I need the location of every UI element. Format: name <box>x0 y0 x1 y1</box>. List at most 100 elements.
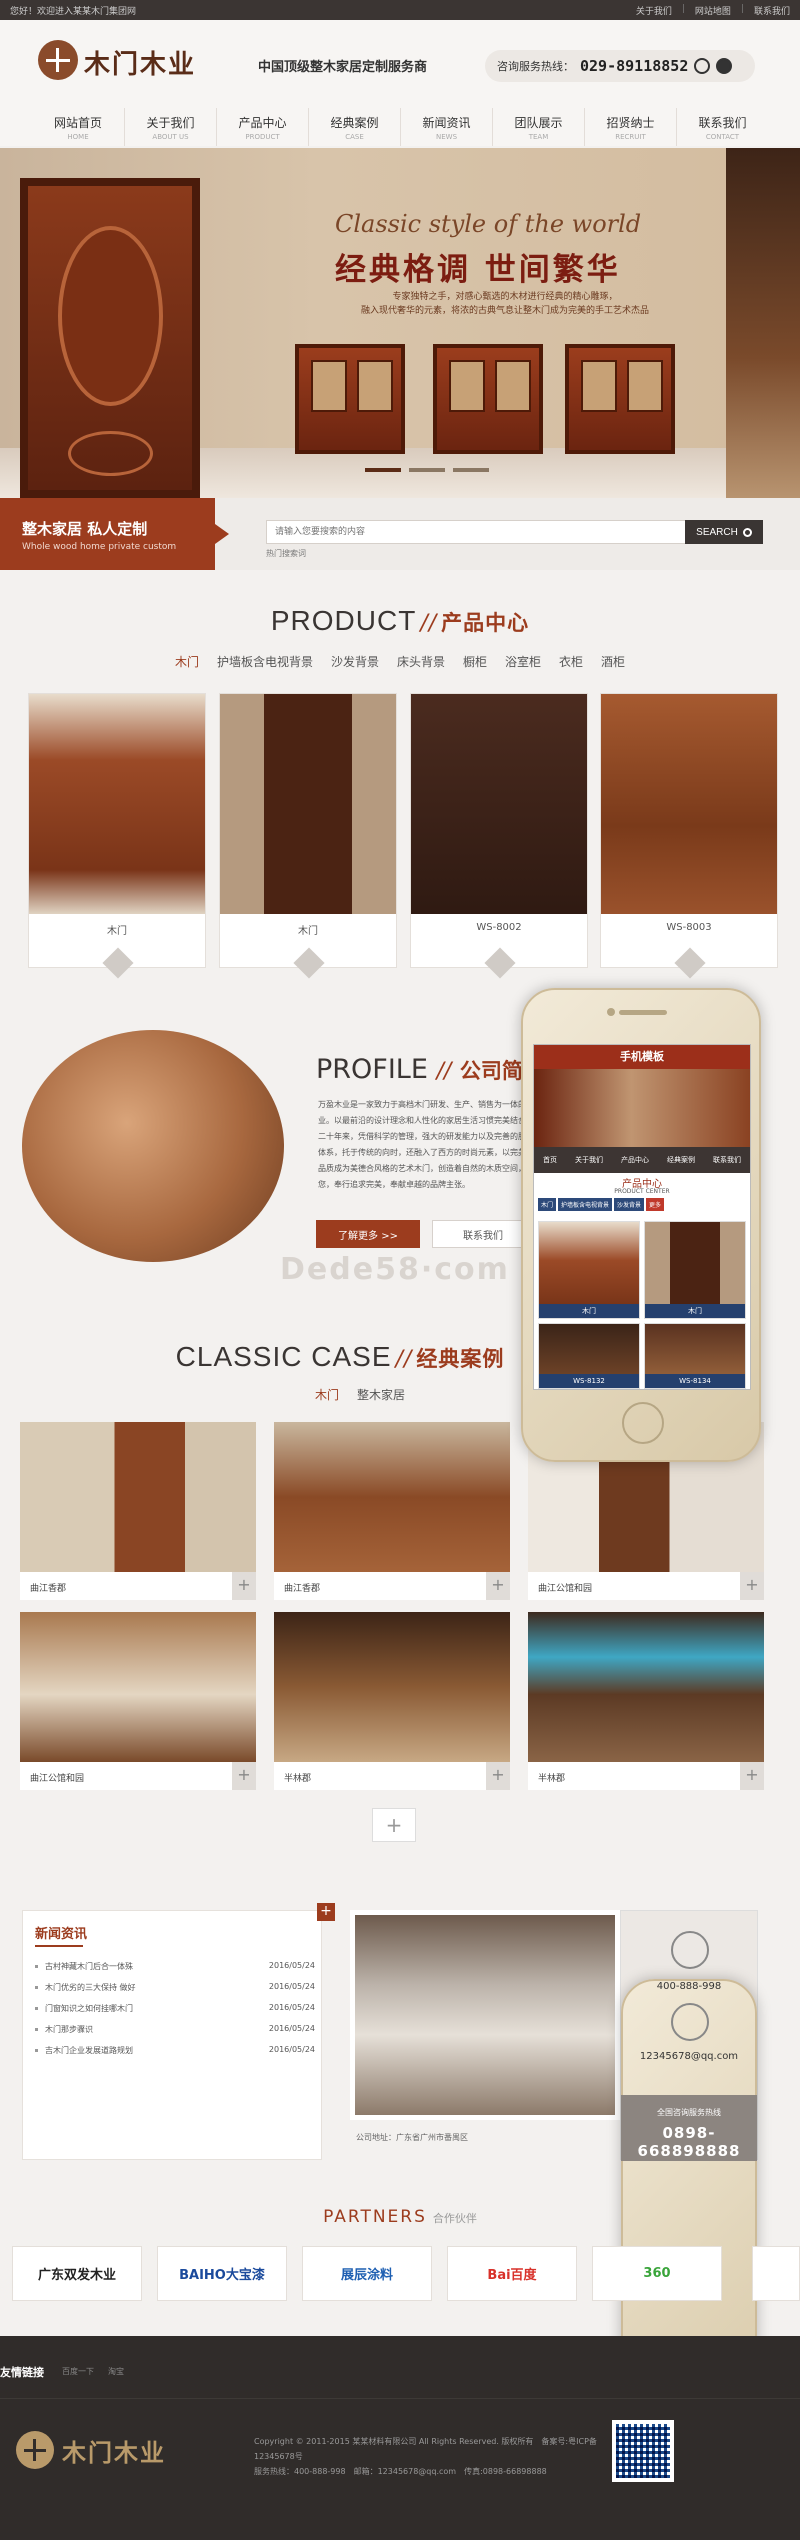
contact-room-image <box>350 1910 620 2120</box>
nav-team[interactable]: 团队展示 TEAM <box>492 108 584 146</box>
nav-contact[interactable]: 联系我们 CONTACT <box>676 108 768 146</box>
mobile-product[interactable]: 木门 <box>644 1221 746 1319</box>
mobile-product[interactable]: 木门 <box>538 1221 640 1319</box>
mobile-category[interactable]: 护墙板含电视背景 <box>558 1198 613 1211</box>
banner-dot[interactable] <box>365 468 401 472</box>
mobile-categories: 木门 护墙板含电视背景 沙发背景 更多 <box>538 1198 746 1211</box>
hotline-label: 全国咨询服务热线 <box>657 2108 721 2117</box>
product-card[interactable]: WS-8003 <box>600 693 778 979</box>
news-item[interactable]: 木门优劣的三大保持 做好 2016/05/24 <box>35 1982 315 2003</box>
partner-logo[interactable]: 广东双发木业 <box>12 2246 142 2301</box>
mobile-nav-item[interactable]: 首页 <box>543 1155 557 1165</box>
top-link-contact[interactable]: 联系我们 <box>754 4 790 17</box>
header-tagline: 中国顶级整木家居定制服务商 <box>258 60 428 75</box>
plus-icon[interactable]: + <box>486 1762 510 1790</box>
partner-logo[interactable]: Bai百度 <box>447 2246 577 2301</box>
product-card[interactable]: WS-8002 <box>410 693 588 979</box>
diamond-icon <box>674 947 706 979</box>
mobile-category[interactable]: 木门 <box>538 1198 557 1211</box>
nav-home[interactable]: 网站首页 HOME <box>32 108 124 146</box>
case-card[interactable]: 半林郡 + <box>528 1612 764 1790</box>
news-item[interactable]: 门窗知识之如何挂哪木门 2016/05/24 <box>35 2003 315 2024</box>
mobile-product[interactable]: WS-8132 <box>538 1323 640 1389</box>
top-link-sitemap[interactable]: 网站地图 <box>695 4 731 17</box>
tab-product-6[interactable]: 衣柜 <box>559 653 583 670</box>
contact-hotline: 全国咨询服务热线 0898-668898888 <box>621 2095 757 2161</box>
product-caption: WS-8002 <box>476 922 522 933</box>
wechat-icon[interactable] <box>716 58 733 74</box>
banner-door-thumb <box>433 344 543 454</box>
hot-search-words[interactable]: 热门搜索词 <box>266 548 306 559</box>
news-item-date: 2016/05/24 <box>268 2003 315 2012</box>
tab-product-2[interactable]: 沙发背景 <box>331 653 379 670</box>
mobile-product[interactable]: WS-8134 <box>644 1323 746 1389</box>
search-button[interactable]: SEARCH <box>685 520 763 544</box>
plus-icon[interactable]: + <box>740 1762 764 1790</box>
profile-title-en: PROFILE <box>316 1054 428 1085</box>
logo-text[interactable]: 木门木业 <box>84 44 196 81</box>
partner-logo[interactable]: BAIHO大宝漆 <box>157 2246 287 2301</box>
mobile-banner <box>534 1069 750 1147</box>
nav-recruit[interactable]: 招贤纳士 RECRUIT <box>584 108 676 146</box>
tab-product-0[interactable]: 木门 <box>175 653 199 670</box>
mobile-section-subtitle: PRODUCT CENTER <box>614 1188 670 1195</box>
plus-icon[interactable]: + <box>486 1572 510 1600</box>
case-card[interactable]: 曲江香郡 + <box>274 1422 510 1600</box>
news-item[interactable]: 古村神藏木门后合一体殊 2016/05/24 <box>35 1961 315 1982</box>
case-caption: 曲江公馆和园 <box>528 1572 764 1600</box>
mobile-nav-item[interactable]: 经典案例 <box>667 1155 695 1165</box>
mobile-nav-item[interactable]: 联系我们 <box>713 1155 741 1165</box>
mobile-product-caption: WS-8132 <box>539 1374 639 1388</box>
news-item-title: 木门那步骤识 <box>45 2025 93 2034</box>
plus-icon[interactable]: + <box>232 1572 256 1600</box>
mobile-nav-item[interactable]: 关于我们 <box>575 1155 603 1165</box>
case-card[interactable]: 曲江公馆和园 + <box>20 1612 256 1790</box>
news-item[interactable]: 吉木门企业发展道路规划 2016/05/24 <box>35 2045 315 2066</box>
tab-product-7[interactable]: 酒柜 <box>601 653 625 670</box>
tab-product-4[interactable]: 橱柜 <box>463 653 487 670</box>
weibo-icon[interactable] <box>694 58 711 74</box>
mobile-nav-item[interactable]: 产品中心 <box>621 1155 649 1165</box>
product-card[interactable]: 木门 <box>28 693 206 979</box>
search-input[interactable] <box>266 520 686 544</box>
banner-door-thumb <box>295 344 405 454</box>
top-link-about[interactable]: 关于我们 <box>636 4 672 17</box>
phone-camera <box>607 1008 615 1016</box>
mobile-category[interactable]: 沙发背景 <box>614 1198 645 1211</box>
news-item-date: 2016/05/24 <box>268 1961 315 1970</box>
nav-product[interactable]: 产品中心 PRODUCT <box>216 108 308 146</box>
case-card[interactable]: 曲江香郡 + <box>20 1422 256 1600</box>
banner-dot[interactable] <box>409 468 445 472</box>
logo-icon[interactable] <box>38 40 78 80</box>
friend-link[interactable]: 百度一下 <box>62 2366 94 2377</box>
friend-link[interactable]: 淘宝 <box>108 2366 124 2377</box>
hero-banner[interactable]: Classic style of the world 经典格调 世间繁华 专家独… <box>0 148 800 498</box>
plus-icon[interactable]: + <box>232 1762 256 1790</box>
learn-more-button[interactable]: 了解更多 >> <box>316 1220 420 1248</box>
news-item[interactable]: 木门那步骤识 2016/05/24 <box>35 2024 315 2045</box>
tab-product-3[interactable]: 床头背景 <box>397 653 445 670</box>
banner-dot[interactable] <box>453 468 489 472</box>
partner-logo[interactable] <box>752 2246 800 2301</box>
product-card[interactable]: 木门 <box>219 693 397 979</box>
load-more-button[interactable]: + <box>372 1808 416 1842</box>
tab-product-1[interactable]: 护墙板含电视背景 <box>217 653 313 670</box>
mobile-category[interactable]: 更多 <box>646 1198 665 1211</box>
separator: | <box>681 4 685 14</box>
partner-logo[interactable]: 360 <box>592 2246 722 2301</box>
tab-case-0[interactable]: 木门 <box>315 1386 339 1403</box>
nav-sublabel: TEAM <box>528 133 549 141</box>
nav-about[interactable]: 关于我们 ABOUT US <box>124 108 216 146</box>
banner-desc-line: 专家独特之手，对感心甄选的木材进行经典的精心雕琢， <box>392 292 618 302</box>
plus-icon[interactable]: + <box>740 1572 764 1600</box>
case-card[interactable]: 半林郡 + <box>274 1612 510 1790</box>
tab-product-5[interactable]: 浴室柜 <box>505 653 541 670</box>
partner-logo[interactable]: 展辰涂料 <box>302 2246 432 2301</box>
nav-label: 经典案例 <box>330 116 379 130</box>
tab-case-1[interactable]: 整木家居 <box>357 1386 405 1403</box>
news-item-title: 木门优劣的三大保持 做好 <box>45 1983 136 1992</box>
nav-case[interactable]: 经典案例 CASE <box>308 108 400 146</box>
nav-news[interactable]: 新闻资讯 NEWS <box>400 108 492 146</box>
friend-links-label: 友情链接 <box>0 2366 44 2379</box>
news-more-button[interactable]: + <box>317 1903 335 1921</box>
